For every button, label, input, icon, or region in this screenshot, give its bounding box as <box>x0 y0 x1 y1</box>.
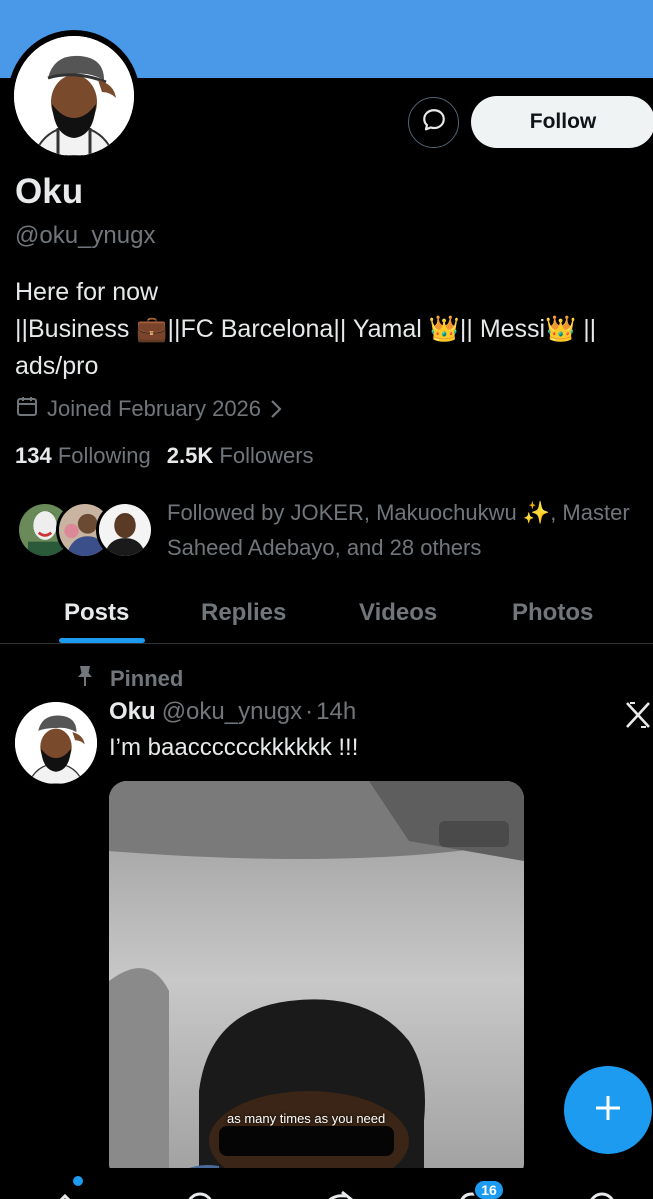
following-label: Following <box>57 443 151 468</box>
search-icon[interactable] <box>184 1190 218 1199</box>
profile-tabs: Posts Replies Videos Photos <box>0 582 653 644</box>
pinned-label-row: Pinned <box>76 664 183 694</box>
active-tab-indicator <box>59 638 145 643</box>
mutual-avatar <box>96 501 154 559</box>
pin-icon <box>76 664 94 694</box>
profile-name: Oku <box>15 172 84 211</box>
grok-x-icon[interactable] <box>624 700 652 730</box>
followers-link[interactable]: 2.5K Followers <box>167 443 314 468</box>
bio-line: ||Business 💼||FC Barcelona|| Yamal 👑|| M… <box>15 315 597 343</box>
post-video[interactable]: as many times as you need <box>109 781 524 1181</box>
tab-replies[interactable]: Replies <box>201 582 286 644</box>
message-icon <box>421 107 447 138</box>
compose-post-button[interactable] <box>564 1066 652 1154</box>
bottom-navigation: 16 <box>0 1168 653 1199</box>
joined-date-row[interactable]: Joined February 2026 <box>15 394 283 424</box>
message-button[interactable] <box>408 97 459 148</box>
avatar-image <box>14 36 134 156</box>
following-count: 134 <box>15 443 52 468</box>
follow-button[interactable]: Follow <box>471 96 653 148</box>
tab-posts[interactable]: Posts <box>64 582 129 644</box>
bio-line: Here for now <box>15 278 159 306</box>
tab-photos[interactable]: Photos <box>512 582 593 644</box>
profile-handle: @oku_ynugx <box>15 222 156 249</box>
joined-date: Joined February 2026 <box>47 396 262 421</box>
mutual-followers-avatars[interactable] <box>16 501 154 559</box>
profile-avatar[interactable] <box>8 30 140 162</box>
followers-label: Followers <box>219 443 314 468</box>
chevron-right-icon <box>269 398 283 420</box>
follow-stats: 134 Following 2.5K Followers <box>15 443 314 469</box>
followers-count: 2.5K <box>166 443 214 468</box>
calendar-icon <box>15 394 39 424</box>
post-author-name[interactable]: Oku <box>109 698 156 725</box>
video-caption: as many times as you need <box>227 1111 386 1126</box>
mail-icon[interactable] <box>585 1190 619 1199</box>
post-header: Oku @oku_ynugx · 14h <box>109 698 356 726</box>
followed-by-text[interactable]: Followed by JOKER, Makuochukwu ✨, Master… <box>167 495 637 565</box>
following-link[interactable]: 134 Following <box>15 443 151 468</box>
plus-icon <box>593 1093 623 1128</box>
notifications-badge: 16 <box>473 1179 505 1199</box>
post-text: I’m baacccccckkkkkk !!! <box>109 734 359 761</box>
post-author-handle[interactable]: @oku_ynugx <box>162 698 302 725</box>
post-timestamp[interactable]: 14h <box>316 698 356 725</box>
tab-videos[interactable]: Videos <box>359 582 437 644</box>
profile-bio: Here for now ||Business 💼||FC Barcelona|… <box>15 274 645 385</box>
pinned-label: Pinned <box>110 666 184 691</box>
bio-line: ads/pro <box>15 352 99 380</box>
grok-icon[interactable] <box>320 1190 354 1199</box>
post-separator: · <box>305 698 314 725</box>
home-icon[interactable] <box>48 1190 82 1199</box>
home-indicator-dot <box>73 1176 83 1186</box>
post-author-avatar[interactable] <box>15 702 97 784</box>
